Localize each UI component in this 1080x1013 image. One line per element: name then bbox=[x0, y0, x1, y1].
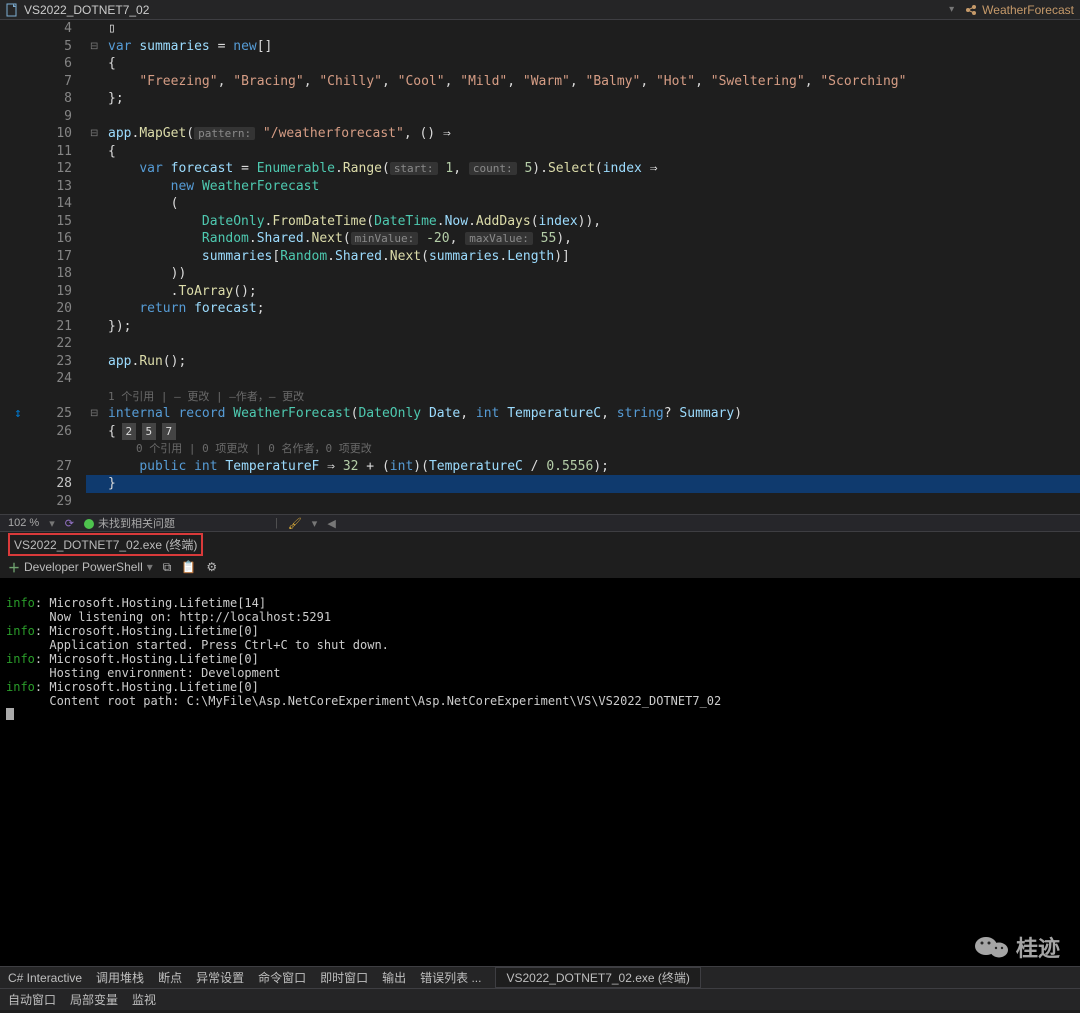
fold-toggle[interactable]: ⊟ bbox=[88, 405, 106, 423]
change-chip[interactable]: 5 bbox=[142, 423, 156, 441]
paste-icon[interactable]: 📋 bbox=[181, 560, 196, 574]
brush-icon[interactable]: 🖌 bbox=[288, 517, 302, 530]
terminal-tab-label[interactable]: VS2022_DOTNET7_02.exe (终端) bbox=[8, 533, 203, 556]
tab-terminal-active[interactable]: VS2022_DOTNET7_02.exe (终端) bbox=[495, 967, 700, 988]
bulb-icon[interactable]: ⟳ bbox=[65, 517, 74, 530]
tab-callstack[interactable]: 调用堆栈 bbox=[96, 969, 144, 986]
watermark: 桂迹 bbox=[974, 931, 1060, 963]
output-window-tabs: C# Interactive 调用堆栈 断点 异常设置 命令窗口 即时窗口 输出… bbox=[0, 966, 1080, 988]
tab-csharp-interactive[interactable]: C# Interactive bbox=[8, 971, 82, 985]
codelens[interactable]: 1 个引用 | – 更改 | –作者，– 更改 bbox=[88, 388, 1080, 406]
issue-status[interactable]: 未找到相关问题 bbox=[98, 518, 175, 530]
tab-error-list[interactable]: 错误列表 ... bbox=[420, 969, 481, 986]
tab-command-window[interactable]: 命令窗口 bbox=[258, 969, 306, 986]
zoom-level[interactable]: 102 % bbox=[8, 517, 39, 529]
fold-toggle[interactable]: ⊟ bbox=[88, 38, 106, 56]
wechat-icon bbox=[974, 932, 1010, 962]
new-shell-button[interactable]: ＋Developer PowerShell▾ bbox=[8, 559, 153, 576]
zoom-dropdown-icon[interactable]: ▾ bbox=[49, 517, 55, 530]
status-ok-icon bbox=[84, 519, 94, 529]
doc-tab-label[interactable]: VS2022_DOTNET7_02 bbox=[24, 3, 149, 17]
codelens[interactable]: 0 个引用 | 0 项更改 | 0 名作者，0 项更改 bbox=[88, 440, 1080, 458]
tab-immediate-window[interactable]: 即时窗口 bbox=[320, 969, 368, 986]
plus-icon: ＋ bbox=[8, 559, 20, 576]
fold-toggle[interactable]: ⊟ bbox=[88, 125, 106, 143]
tab-autos[interactable]: 自动窗口 bbox=[8, 991, 56, 1008]
tab-watch[interactable]: 监视 bbox=[132, 991, 156, 1008]
tab-exception-settings[interactable]: 异常设置 bbox=[196, 969, 244, 986]
tab-breakpoints[interactable]: 断点 bbox=[158, 969, 182, 986]
nav-split-dropdown-icon[interactable]: ▾ bbox=[943, 4, 960, 15]
doc-tab-bar: VS2022_DOTNET7_02 ▾ WeatherForecast bbox=[0, 0, 1080, 20]
tab-locals[interactable]: 局部变量 bbox=[70, 991, 118, 1008]
debug-window-tabs: 自动窗口 局部变量 监视 bbox=[0, 988, 1080, 1010]
line-number-gutter: 456789101112131415161718192021222324 ↕25… bbox=[0, 20, 88, 514]
change-chip[interactable]: 7 bbox=[162, 423, 176, 441]
editor-status-bar: 102 % ▾ ⟳ 未找到相关问题 | 🖌▾ ◀ bbox=[0, 514, 1080, 532]
change-chip[interactable]: 2 bbox=[122, 423, 136, 441]
tab-output[interactable]: 输出 bbox=[382, 969, 406, 986]
code-body[interactable]: ▯ var summaries = new[] { "Freezing", "B… bbox=[88, 20, 1080, 514]
gear-icon[interactable]: ⚙ bbox=[206, 560, 217, 574]
code-editor[interactable]: 456789101112131415161718192021222324 ↕25… bbox=[0, 20, 1080, 514]
terminal-output[interactable]: info: Microsoft.Hosting.Lifetime[14] Now… bbox=[0, 578, 1080, 966]
scroll-left-icon[interactable]: ◀ bbox=[327, 517, 335, 530]
fold-column: ⊟ ⊟ ⊟ bbox=[88, 20, 106, 510]
class-icon bbox=[964, 3, 978, 17]
terminal-toolbar: ＋Developer PowerShell▾ ⧉ 📋 ⚙ bbox=[0, 556, 1080, 578]
terminal-cursor bbox=[6, 708, 14, 720]
csharp-file-icon bbox=[6, 3, 20, 17]
implements-margin-icon[interactable]: ↕ bbox=[14, 405, 22, 423]
terminal-tab-header: VS2022_DOTNET7_02.exe (终端) bbox=[0, 532, 1080, 556]
copy-icon[interactable]: ⧉ bbox=[163, 560, 172, 575]
watermark-text: 桂迹 bbox=[1016, 931, 1060, 963]
type-nav-label[interactable]: WeatherForecast bbox=[982, 3, 1074, 17]
